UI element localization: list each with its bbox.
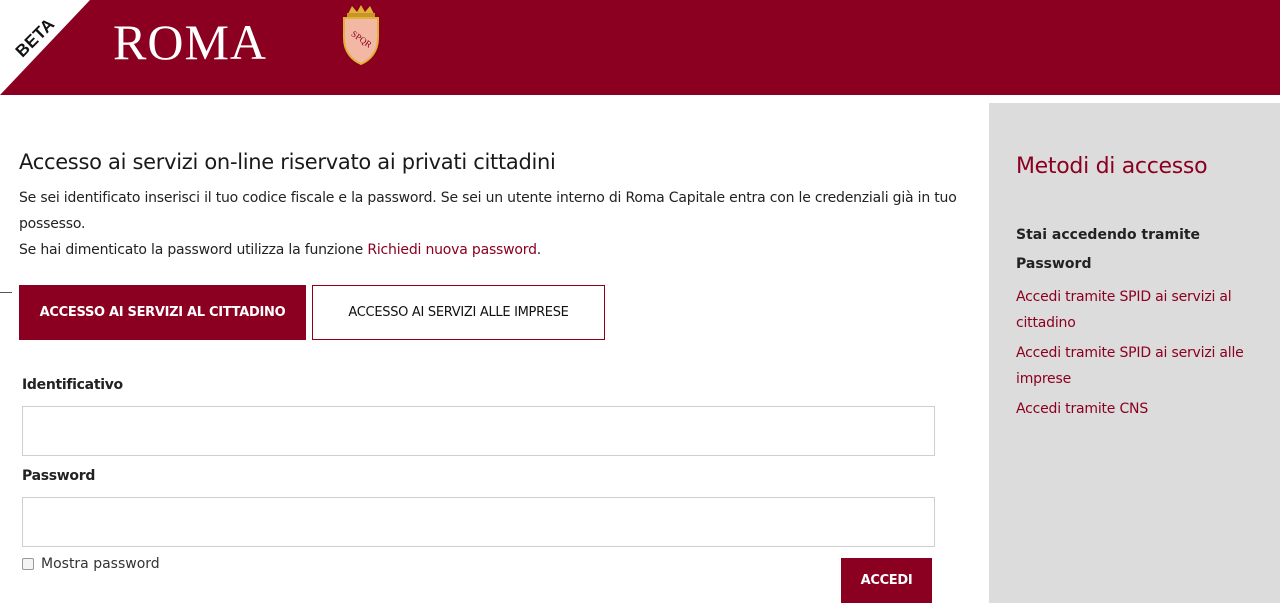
intro-paragraph: Se sei identificato inserisci il tuo cod…: [19, 185, 959, 263]
access-links: Accedi tramite SPID ai servizi al cittad…: [1016, 284, 1276, 426]
password-input[interactable]: [22, 497, 935, 547]
intro-text-3: .: [536, 242, 542, 258]
accedi-button[interactable]: ACCEDI: [841, 558, 932, 603]
password-label: Password: [22, 468, 96, 484]
show-password-label: Mostra password: [41, 556, 160, 572]
site-header: BETA ROMA SPQR: [0, 0, 1280, 95]
identificativo-input[interactable]: [22, 406, 935, 456]
intro-text-2: Se hai dimenticato la password utilizza …: [19, 242, 368, 258]
cns-link[interactable]: Accedi tramite CNS: [1016, 396, 1276, 422]
tab-imprese[interactable]: ACCESSO AI SERVIZI ALLE IMPRESE: [312, 285, 605, 340]
roma-logo-text[interactable]: ROMA: [113, 12, 267, 72]
spid-cittadino-link[interactable]: Accedi tramite SPID ai servizi al cittad…: [1016, 284, 1276, 336]
divider: [0, 292, 12, 293]
show-password-option[interactable]: Mostra password: [22, 556, 160, 572]
sidebar-title: Metodi di accesso: [1016, 154, 1208, 179]
main-content: Accesso ai servizi on-line riservato ai …: [19, 150, 959, 263]
current-method: Stai accedendo tramite Password: [1016, 227, 1201, 272]
request-password-link[interactable]: Richiedi nuova password: [367, 242, 537, 258]
access-methods-sidebar: Metodi di accesso Stai accedendo tramite…: [989, 103, 1280, 603]
access-tabs: ACCESSO AI SERVIZI AL CITTADINO ACCESSO …: [19, 285, 605, 340]
spid-imprese-link[interactable]: Accedi tramite SPID ai servizi alle impr…: [1016, 340, 1276, 392]
show-password-checkbox[interactable]: [22, 558, 34, 570]
identificativo-label: Identificativo: [22, 377, 123, 393]
page-title: Accesso ai servizi on-line riservato ai …: [19, 150, 556, 174]
spqr-crest-icon: SPQR: [343, 5, 379, 66]
tab-cittadino[interactable]: ACCESSO AI SERVIZI AL CITTADINO: [19, 285, 306, 340]
intro-text: Se sei identificato inserisci il tuo cod…: [19, 190, 957, 232]
